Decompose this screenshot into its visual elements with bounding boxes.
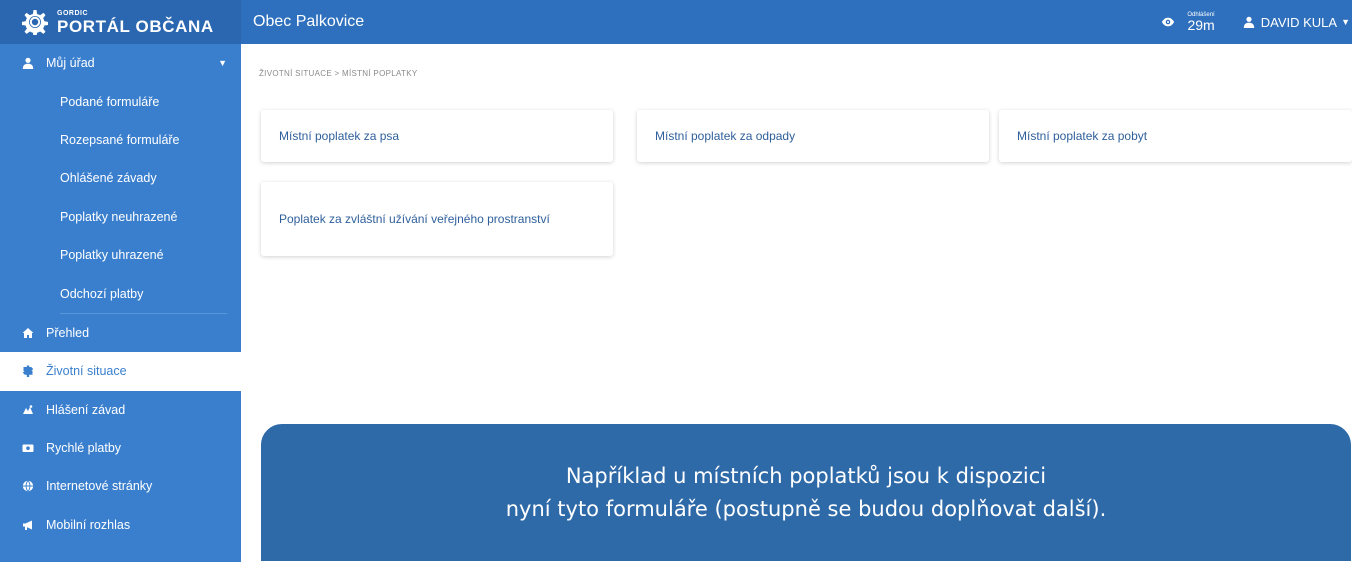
sidebar-subitem-draft-forms[interactable]: Rozepsané formuláře — [0, 121, 241, 159]
card-label: Poplatek za zvláštní užívání veřejného p… — [279, 211, 550, 226]
sidebar-item-defect-reports[interactable]: Hlášení závad — [0, 391, 241, 429]
sidebar-subitem-outgoing-payments[interactable]: Odchozí platby — [0, 274, 241, 312]
sidebar-item-label: Životní situace — [46, 364, 127, 379]
sidebar-item-label: Mobilní rozhlas — [46, 517, 131, 532]
sidebar-item-life-situations[interactable]: Životní situace — [0, 352, 241, 391]
sidebar-item-label: Internetové stránky — [46, 479, 153, 494]
sidebar-item-label: Podané formuláře — [60, 94, 160, 109]
user-menu[interactable]: DAVID KULA — [1261, 15, 1337, 30]
defect-icon — [22, 404, 34, 416]
card-stay-fee[interactable]: Místní poplatek za pobyt — [999, 110, 1352, 162]
annotation-banner: Například u místních poplatků jsou k dis… — [260, 423, 1352, 562]
sidebar-item-quick-payments[interactable]: Rychlé platby — [0, 429, 241, 467]
brand-small-text: GORDIC — [57, 9, 88, 17]
sidebar: Můj úřad ▼ Podané formuláře Rozepsané fo… — [0, 44, 241, 562]
logout-timer: Odhlášení 29m — [1187, 12, 1214, 32]
user-icon — [22, 57, 34, 70]
brand-title: PORTÁL OBČANA — [57, 16, 214, 36]
card-label: Místní poplatek za odpady — [655, 128, 796, 143]
annotation-line-1: Například u místních poplatků jsou k dis… — [565, 463, 1047, 488]
megaphone-icon — [22, 519, 34, 531]
user-icon — [1243, 16, 1254, 28]
globe-icon — [22, 480, 34, 493]
sidebar-item-label: Poplatky neuhrazené — [60, 209, 178, 224]
sidebar-item-mobile-radio[interactable]: Mobilní rozhlas — [0, 506, 241, 544]
municipality-title: Obec Palkovice — [253, 13, 365, 30]
sidebar-item-label: Odchozí platby — [60, 286, 144, 301]
card-public-space-fee[interactable]: Poplatek za zvláštní užívání veřejného p… — [261, 182, 613, 256]
breadcrumb-current: MÍSTNÍ POPLATKY — [342, 69, 418, 78]
card-waste-fee[interactable]: Místní poplatek za odpady — [637, 110, 989, 162]
card-label: Místní poplatek za pobyt — [1017, 128, 1148, 143]
sidebar-item-label: Rozepsané formuláře — [60, 132, 180, 147]
sidebar-subitem-paid-fees[interactable]: Poplatky uhrazené — [0, 236, 241, 274]
sidebar-item-label: Hlášení závad — [46, 402, 126, 417]
sidebar-item-label: Poplatky uhrazené — [60, 248, 164, 263]
sidebar-item-label: Ohlášené závady — [60, 171, 157, 186]
sidebar-item-label: Přehled — [46, 325, 90, 340]
sidebar-item-overview[interactable]: Přehled — [0, 314, 241, 352]
timer-value: 29m — [1187, 17, 1215, 33]
sidebar-subitem-unpaid-fees[interactable]: Poplatky neuhrazené — [0, 198, 241, 236]
caret-down-icon[interactable]: ▼ — [218, 58, 227, 68]
home-icon — [22, 327, 34, 339]
card-dog-fee[interactable]: Místní poplatek za psa — [261, 110, 613, 162]
brand[interactable]: GORDIC PORTÁL OBČANA — [0, 0, 241, 44]
sidebar-subitem-submitted-forms[interactable]: Podané formuláře — [0, 82, 241, 120]
card-label: Místní poplatek za psa — [279, 128, 400, 143]
eye-icon[interactable] — [1161, 15, 1175, 29]
signpost-icon — [22, 365, 34, 378]
sidebar-subitem-reported-defects[interactable]: Ohlášené závady — [0, 159, 241, 197]
gordic-logo-icon — [22, 10, 48, 35]
caret-down-icon[interactable]: ▼ — [1341, 17, 1350, 27]
breadcrumb-separator: > — [334, 69, 340, 78]
top-bar: GORDIC PORTÁL OBČANA Obec Palkovice Odhl… — [0, 0, 1352, 44]
breadcrumb-link-life-situations[interactable]: ŽIVOTNÍ SITUACE — [259, 69, 332, 78]
sidebar-item-website[interactable]: Internetové stránky — [0, 467, 241, 505]
sidebar-item-label: Můj úřad — [46, 56, 95, 71]
annotation-line-2: nyní tyto formuláře (postupně se budou d… — [505, 496, 1107, 521]
sidebar-item-my-office[interactable]: Můj úřad ▼ — [0, 44, 241, 82]
sidebar-item-label: Rychlé platby — [46, 441, 122, 456]
payment-icon — [22, 442, 34, 454]
breadcrumb: ŽIVOTNÍ SITUACE > MÍSTNÍ POPLATKY — [259, 69, 417, 78]
